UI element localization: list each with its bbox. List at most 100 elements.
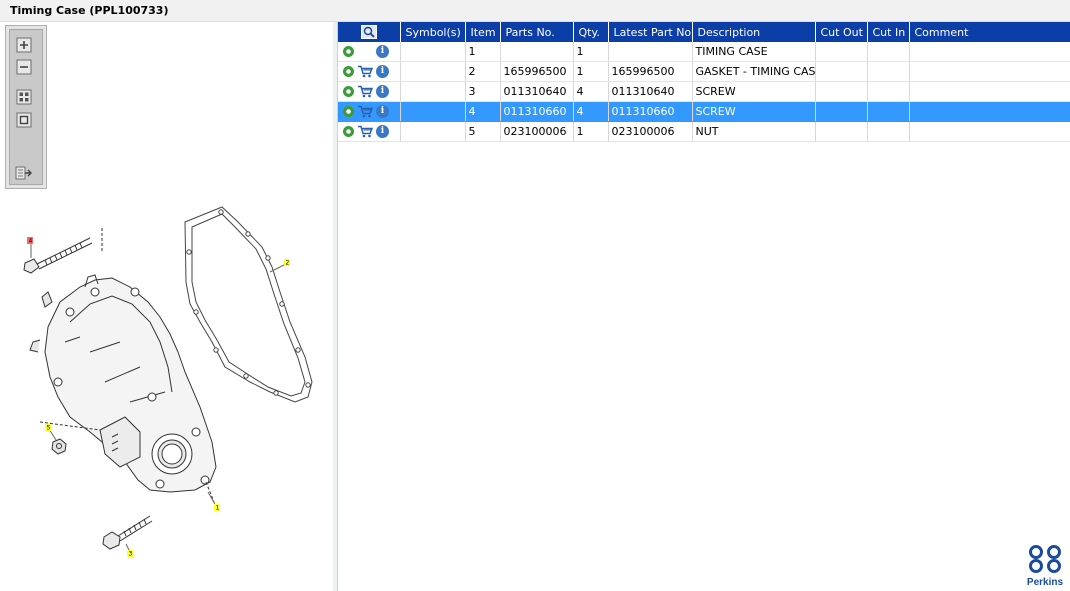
cell-parts-no: 011310660 — [500, 101, 574, 122]
table-row[interactable]: i 3 011310640 4 011310640 SCREW — [338, 81, 1070, 102]
zoom-out-button[interactable] — [15, 58, 33, 76]
illustration-pane[interactable]: 4 2 5 1 3 — [0, 22, 334, 591]
zoom-in-button[interactable] — [15, 36, 33, 54]
illustration-toolbar — [5, 25, 47, 189]
callout-1[interactable]: 1 — [214, 504, 220, 512]
row-actions: i — [338, 121, 401, 142]
cell-description: GASKET - TIMING CASE COVER — [692, 61, 816, 82]
info-icon[interactable]: i — [376, 125, 389, 138]
table-row[interactable]: i 4 011310660 4 011310660 SCREW — [338, 101, 1070, 122]
column-search-header[interactable] — [338, 22, 401, 42]
fit-selection-icon — [16, 112, 32, 128]
cell-latest-part-no — [608, 42, 693, 62]
fit-all-button[interactable] — [15, 88, 33, 106]
export-button[interactable] — [15, 164, 33, 182]
cell-comment — [909, 81, 1070, 102]
cell-qty: 1 — [573, 121, 609, 142]
column-latest-part-no[interactable]: Latest Part No. — [608, 22, 693, 42]
cell-cut-in — [867, 81, 910, 102]
zoom-in-icon — [16, 37, 32, 53]
cell-item: 5 — [465, 121, 501, 142]
svg-text:4: 4 — [29, 238, 33, 245]
search-icon — [360, 25, 377, 39]
nut — [51, 438, 67, 455]
info-icon[interactable]: i — [376, 65, 389, 78]
callout-5[interactable]: 5 — [45, 424, 51, 432]
column-symbols[interactable]: Symbol(s) — [400, 22, 466, 42]
gear-icon[interactable] — [343, 66, 354, 77]
fit-all-icon — [16, 89, 32, 105]
column-parts-no[interactable]: Parts No. — [500, 22, 574, 42]
table-row[interactable]: i 2 165996500 1 165996500 GASKET - TIMING CAS… — [338, 61, 1070, 82]
cell-symbols — [400, 121, 466, 142]
cell-cut-in — [867, 121, 910, 142]
parts-list-pane: Symbol(s) Item Parts No. Qty. Latest Par… — [338, 22, 1070, 591]
info-icon[interactable]: i — [376, 105, 389, 118]
table-row[interactable]: i 5 023100006 1 023100006 NUT — [338, 121, 1070, 142]
row-actions: i — [338, 81, 401, 102]
cell-cut-in — [867, 42, 910, 62]
column-item[interactable]: Item — [465, 22, 501, 42]
cell-item: 4 — [465, 101, 501, 122]
info-icon[interactable]: i — [376, 85, 389, 98]
cell-symbols — [400, 42, 466, 62]
cell-cut-out — [815, 61, 868, 82]
cell-parts-no: 023100006 — [500, 121, 574, 142]
cell-parts-no: 011310640 — [500, 81, 574, 102]
cell-cut-in — [867, 61, 910, 82]
shopping-cart-icon[interactable] — [357, 85, 373, 98]
table-row[interactable]: i 1 1 TIMING CASE — [338, 42, 1070, 62]
column-description[interactable]: Description — [692, 22, 816, 42]
svg-text:1: 1 — [216, 505, 220, 512]
cell-description: NUT — [692, 121, 816, 142]
gear-icon[interactable] — [343, 106, 354, 117]
zoom-out-icon — [16, 59, 32, 75]
brand-name: Perkins — [1026, 577, 1064, 588]
gear-icon[interactable] — [343, 126, 354, 137]
column-comment[interactable]: Comment — [909, 22, 1070, 42]
timing-case-body — [29, 274, 217, 503]
shopping-cart-icon[interactable] — [357, 65, 373, 78]
column-qty[interactable]: Qty. — [573, 22, 609, 42]
cell-latest-part-no: 165996500 — [608, 61, 693, 82]
cell-parts-no: 165996500 — [500, 61, 574, 82]
table-body: i 1 1 TIMING CASE i 2 165996500 1 165996500 GASKE… — [338, 42, 1070, 142]
shopping-cart-icon[interactable] — [357, 125, 373, 138]
svg-text:3: 3 — [129, 551, 133, 558]
row-actions: i — [338, 61, 401, 82]
table-header: Symbol(s) Item Parts No. Qty. Latest Par… — [338, 22, 1070, 42]
window-title: Timing Case (PPL100733) — [10, 4, 169, 17]
column-cut-in[interactable]: Cut In — [867, 22, 910, 42]
bolt-bottom — [102, 515, 153, 550]
callout-3[interactable]: 3 — [127, 550, 133, 558]
cell-item: 3 — [465, 81, 501, 102]
info-icon[interactable]: i — [376, 45, 389, 58]
cell-description: TIMING CASE — [692, 42, 816, 62]
cell-latest-part-no: 023100006 — [608, 121, 693, 142]
cell-item: 1 — [465, 42, 501, 62]
callout-2[interactable]: 2 — [284, 259, 290, 267]
cell-comment — [909, 61, 1070, 82]
cell-cut-in — [867, 101, 910, 122]
cell-qty: 4 — [573, 81, 609, 102]
exploded-parts-diagram[interactable]: 4 2 5 1 3 — [0, 192, 333, 591]
perkins-logo: Perkins — [1024, 544, 1066, 588]
callout-4[interactable]: 4 — [27, 237, 33, 245]
column-cut-out[interactable]: Cut Out — [815, 22, 868, 42]
cell-comment — [909, 42, 1070, 62]
cell-description: SCREW — [692, 101, 816, 122]
cell-parts-no — [500, 42, 574, 62]
fit-selection-button[interactable] — [15, 111, 33, 129]
export-arrow-icon — [15, 166, 32, 180]
cell-comment — [909, 121, 1070, 142]
cell-cut-out — [815, 101, 868, 122]
cell-latest-part-no: 011310660 — [608, 101, 693, 122]
parts-table: Symbol(s) Item Parts No. Qty. Latest Par… — [338, 22, 1070, 142]
svg-text:5: 5 — [47, 425, 51, 432]
cell-qty: 4 — [573, 101, 609, 122]
cell-latest-part-no: 011310640 — [608, 81, 693, 102]
gear-icon[interactable] — [343, 46, 354, 57]
gear-icon[interactable] — [343, 86, 354, 97]
perkins-logo-mark-icon — [1029, 545, 1061, 573]
shopping-cart-icon[interactable] — [357, 105, 373, 118]
